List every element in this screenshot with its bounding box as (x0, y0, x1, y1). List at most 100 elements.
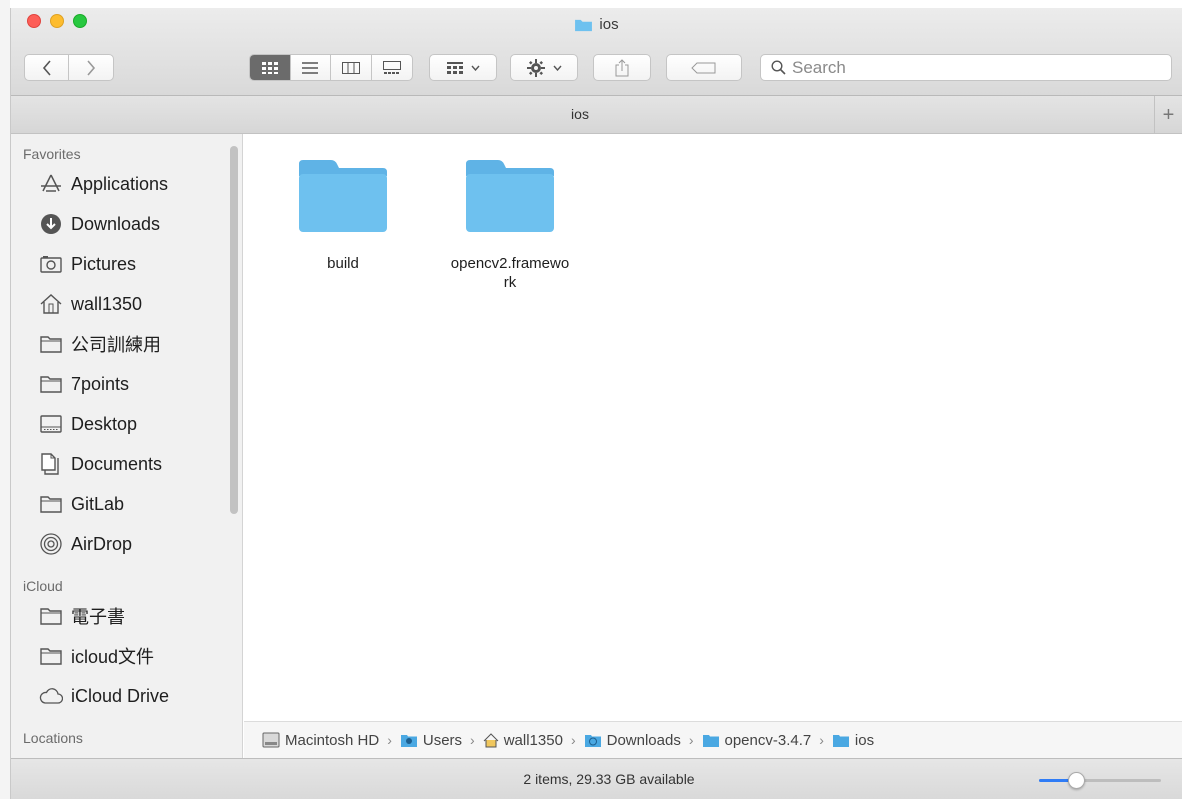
path-crumb-opencv[interactable]: opencv-3.4.7 (702, 731, 812, 749)
folder-icon (299, 160, 387, 232)
sidebar-item-label: GitLab (71, 493, 125, 514)
tab-bar: ios + (11, 96, 1182, 134)
sidebar-item-label: AirDrop (71, 533, 133, 554)
path-crumb-wall1350[interactable]: wall1350 (483, 732, 563, 749)
file-item-build[interactable]: build (258, 158, 428, 273)
sidebar-item-airdrop[interactable]: AirDrop (11, 524, 242, 564)
path-crumb-label: ios (854, 731, 875, 749)
folder-icon (39, 372, 63, 396)
share-icon (615, 58, 629, 76)
status-text: 2 items, 29.33 GB available (523, 771, 695, 787)
path-crumb-downloads[interactable]: Downloads (584, 732, 681, 749)
sidebar-item-documents[interactable]: Documents (11, 444, 242, 484)
back-button[interactable] (25, 55, 70, 80)
chevron-right-icon: › (470, 732, 475, 748)
sidebar-item-applications[interactable]: Applications (11, 164, 242, 204)
path-crumb-label: wall1350 (503, 731, 563, 749)
sidebar-scrollbar[interactable] (230, 146, 238, 514)
folder-icon (832, 734, 849, 747)
sidebar-item-label: Downloads (71, 213, 161, 234)
gallery-view-button[interactable] (372, 55, 412, 80)
sidebar-item-label: wall1350 (71, 293, 143, 314)
slider-knob[interactable] (1068, 772, 1086, 789)
path-crumb-label: Macintosh HD (285, 731, 380, 749)
list-view-button[interactable] (291, 55, 331, 80)
new-tab-button[interactable]: + (1154, 96, 1182, 134)
window-title-area: ios (11, 16, 1182, 33)
desktop-icon (39, 412, 63, 436)
path-crumb-ios[interactable]: ios (832, 732, 874, 749)
sidebar-item-icloud-documents[interactable]: icloud文件 (11, 636, 242, 676)
plus-icon: + (1162, 103, 1175, 126)
tag-button[interactable] (666, 54, 742, 81)
file-name: opencv2.framework (450, 255, 570, 291)
folder-icon (575, 19, 593, 32)
file-browser-content: build opencv2.framework (244, 134, 1182, 721)
path-crumb-users[interactable]: Users (400, 732, 462, 749)
finder-window: ios Search ios + Favorites Applications … (10, 8, 1182, 799)
gallery-view-icon (382, 61, 401, 74)
forward-button[interactable] (69, 55, 113, 80)
status-bar: 2 items, 29.33 GB available (11, 758, 1182, 799)
icon-size-slider[interactable] (1039, 770, 1161, 790)
folder-icon (702, 734, 719, 747)
sidebar-item-desktop[interactable]: Desktop (11, 404, 242, 444)
search-field[interactable] (760, 54, 1172, 81)
sidebar-item-wall1350[interactable]: wall1350 (11, 284, 242, 324)
chevron-right-icon: › (688, 732, 694, 748)
chevron-down-icon (470, 65, 480, 71)
chevron-left-icon (42, 59, 51, 76)
chevron-right-icon: › (819, 732, 824, 748)
documents-icon (39, 452, 63, 476)
background-window-edge (0, 0, 10, 799)
folder-icon (39, 492, 63, 516)
path-crumb-macintosh-hd[interactable]: Macintosh HD (262, 732, 379, 749)
downloads-icon (39, 212, 63, 236)
sidebar-item-7points[interactable]: 7points (11, 364, 242, 404)
folder-icon (39, 604, 63, 628)
search-input[interactable] (792, 57, 1152, 78)
window-title: ios (599, 16, 619, 33)
downloads-folder-icon (584, 734, 601, 747)
sidebar-item-label: 公司訓練用 (71, 335, 161, 355)
sidebar-item-gitlab[interactable]: GitLab (11, 484, 242, 524)
sidebar-item-pictures[interactable]: Pictures (11, 244, 242, 284)
group-by-button[interactable] (429, 54, 497, 81)
chevron-right-icon (87, 59, 96, 76)
sidebar-item-label: Pictures (71, 253, 137, 274)
list-view-icon (302, 61, 319, 74)
action-menu-button[interactable] (510, 54, 578, 81)
file-item-opencv2-framework[interactable]: opencv2.framework (425, 158, 595, 292)
sidebar-section-icloud: iCloud (23, 578, 63, 594)
share-button[interactable] (593, 54, 651, 81)
path-crumb-label: Downloads (606, 731, 681, 749)
gear-icon (526, 58, 545, 77)
group-by-icon (446, 61, 463, 74)
sidebar-item-label: Applications (71, 173, 169, 194)
sidebar-item-label: 7points (71, 373, 130, 394)
column-view-button[interactable] (331, 55, 372, 80)
folder-icon (39, 644, 63, 668)
path-crumb-label: opencv-3.4.7 (724, 731, 812, 749)
sidebar: Favorites Applications Downloads Picture… (11, 134, 243, 772)
sidebar-item-icloud-drive[interactable]: iCloud Drive (11, 676, 242, 716)
search-icon (771, 60, 786, 75)
column-view-icon (341, 61, 360, 74)
chevron-right-icon: › (570, 732, 576, 748)
chevron-down-icon (552, 65, 562, 71)
folder-icon (466, 160, 554, 232)
sidebar-item-label: icloud文件 (71, 647, 155, 667)
tab-ios[interactable]: ios (11, 106, 1149, 122)
sidebar-item-ebooks[interactable]: 電子書 (11, 596, 242, 636)
home-icon (483, 732, 499, 747)
chevron-right-icon: › (387, 732, 392, 748)
icon-view-button[interactable] (250, 55, 291, 80)
tag-icon (691, 62, 716, 73)
sidebar-item-training-folder[interactable]: 公司訓練用 (11, 324, 242, 364)
sidebar-item-downloads[interactable]: Downloads (11, 204, 242, 244)
users-folder-icon (400, 734, 417, 747)
sidebar-item-label: 電子書 (71, 607, 125, 627)
path-bar: Macintosh HD › Users › wall1350 › Downlo… (244, 721, 1182, 758)
sidebar-section-locations: Locations (23, 730, 83, 746)
sidebar-item-label: iCloud Drive (71, 685, 170, 706)
